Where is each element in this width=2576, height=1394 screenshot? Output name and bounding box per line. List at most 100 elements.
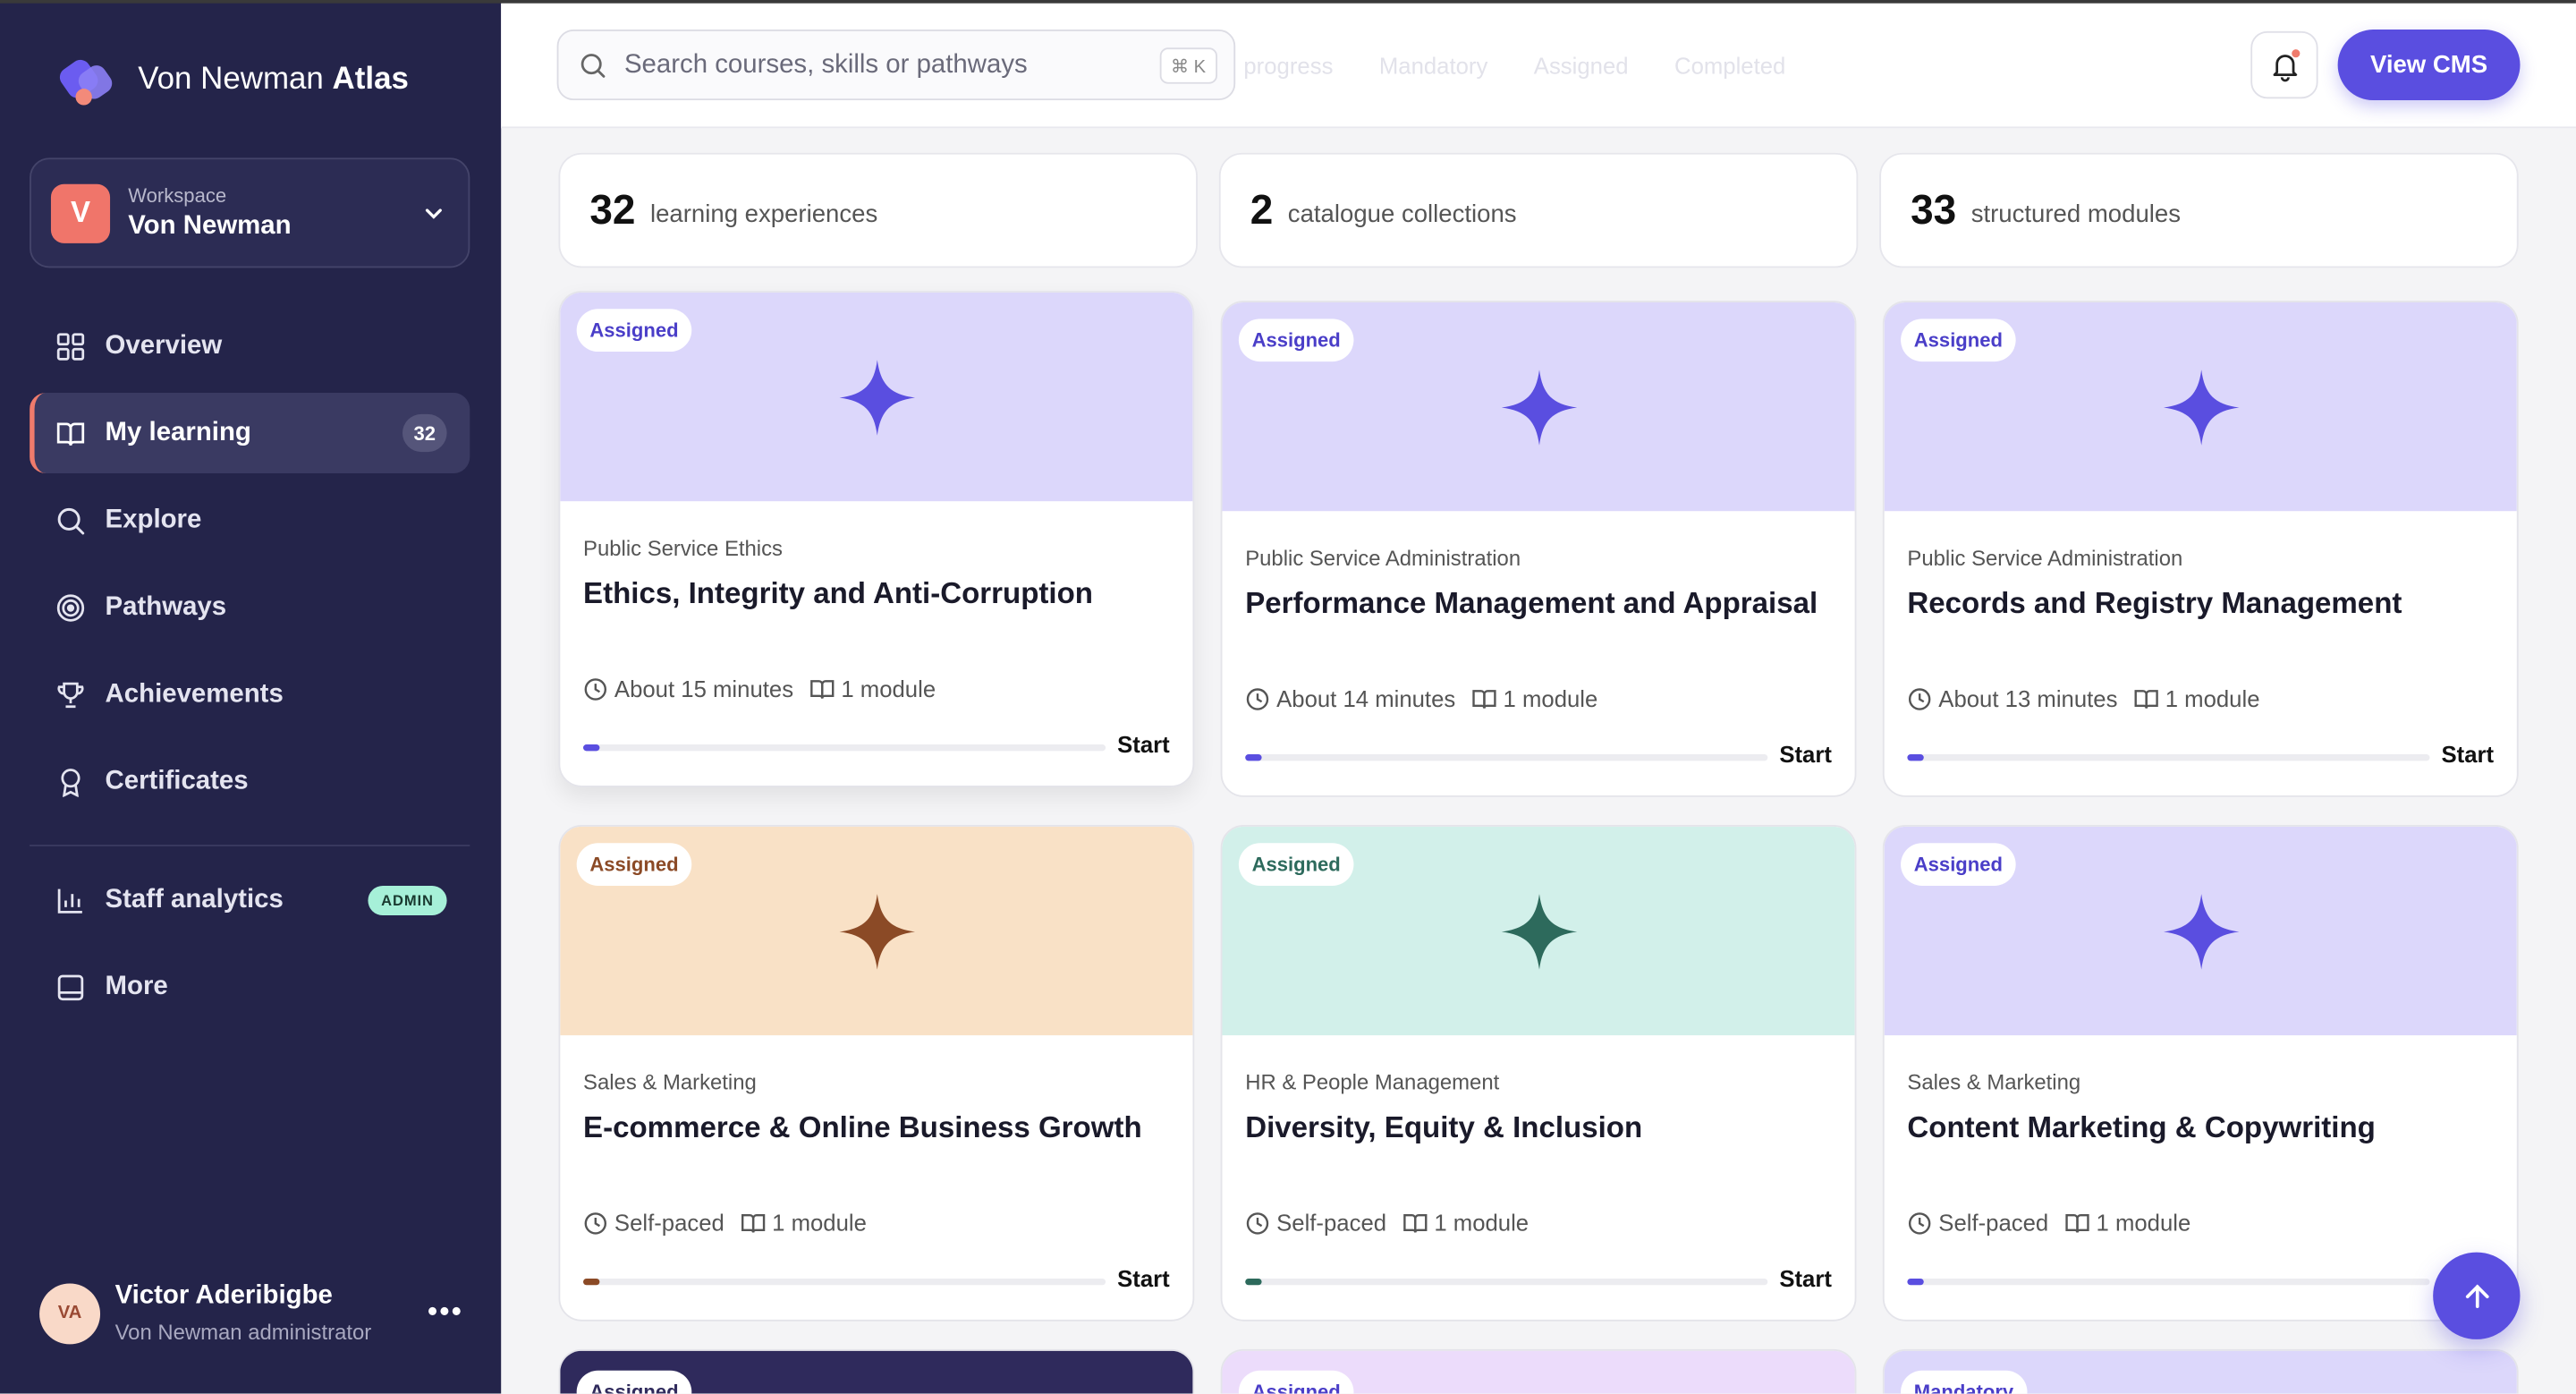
status-pill: Assigned [1238, 1370, 1354, 1394]
notifications-button[interactable] [2250, 30, 2318, 99]
stat-label: learning experiences [649, 200, 878, 229]
user-profile[interactable]: VA Victor Aderibigbe Von Newman administ… [39, 1275, 483, 1350]
sparkle-icon [1500, 893, 1577, 969]
course-title[interactable]: Performance Management and Appraisal [1245, 587, 1836, 622]
sidebar-item-overview[interactable]: Overview [30, 306, 470, 387]
brand-name: Von Newman Atlas [138, 62, 409, 98]
course-modules: 1 module [772, 1209, 867, 1237]
course-title[interactable]: Content Marketing & Copywriting [1907, 1111, 2498, 1146]
progress-bar-fill [583, 744, 599, 752]
sidebar-item-label: Certificates [105, 766, 249, 795]
sidebar-item-my-learning[interactable]: My learning 32 [30, 392, 470, 473]
status-pill: Assigned [1238, 843, 1354, 886]
course-card[interactable]: Assigned Sales & Marketing Content Marketi… [1882, 825, 2519, 1322]
sidebar-item-explore[interactable]: Explore [30, 480, 470, 560]
course-title[interactable]: Diversity, Equity & Inclusion [1245, 1111, 1836, 1146]
course-category: Sales & Marketing [1907, 1069, 2081, 1095]
book-open-icon [1472, 689, 1496, 708]
workspace-switcher[interactable]: V Workspace Von Newman [30, 157, 470, 268]
book-open-icon [56, 421, 85, 446]
course-category: Public Service Ethics [583, 535, 783, 561]
sidebar-item-label: My learning [105, 418, 251, 446]
course-card-peek[interactable]: Assigned [558, 1348, 1195, 1394]
top-bar: progress Mandatory Assigned Completed ⌘ … [501, 3, 2576, 129]
sidebar-item-more[interactable]: More [30, 947, 470, 1027]
stat-label: catalogue collections [1287, 200, 1517, 229]
course-card[interactable]: Assigned Public Service Ethics Ethics, Int… [558, 291, 1195, 787]
sparkle-icon [2163, 893, 2239, 969]
sidebar-item-achievements[interactable]: Achievements [30, 654, 470, 735]
course-modules: 1 module [1503, 684, 1598, 712]
award-ribbon-icon [61, 768, 80, 796]
status-pill: Assigned [576, 843, 692, 886]
sidebar-divider [30, 845, 470, 846]
progress-bar-fill [1245, 754, 1261, 761]
chevron-down-icon [425, 208, 442, 219]
panel-icon [57, 973, 84, 1000]
course-card[interactable]: Assigned HR & People Management Diversity,… [1220, 825, 1857, 1322]
start-button[interactable]: Start [1117, 1265, 1170, 1291]
search-icon [580, 53, 606, 77]
start-button[interactable]: Start [1779, 1265, 1832, 1291]
stat-value: 33 [1911, 186, 1957, 233]
window-top-border [0, 0, 2576, 4]
course-card-peek[interactable]: Assigned [1220, 1348, 1857, 1394]
course-card[interactable]: Assigned Public Service Administration Rec… [1882, 301, 2519, 797]
user-name: Victor Aderibigbe [114, 1281, 333, 1310]
course-meta: About 14 minutes 1 module [1245, 685, 1597, 711]
clock-icon [584, 677, 607, 700]
brand[interactable]: Von Newman Atlas [59, 53, 409, 108]
course-duration: Self-paced [1938, 1209, 2049, 1237]
course-card[interactable]: Assigned Sales & Marketing E-commerce & On… [558, 825, 1195, 1322]
course-title[interactable]: E-commerce & Online Business Growth [583, 1111, 1174, 1146]
bar-chart-icon [57, 888, 82, 913]
workspace-name: Von Newman [128, 211, 292, 241]
tab-completed[interactable]: Completed [1674, 53, 1785, 79]
sparkle-icon [2163, 369, 2239, 445]
progress-bar-fill [1907, 754, 1923, 761]
course-category: HR & People Management [1245, 1069, 1500, 1095]
workspace-label: Workspace [128, 183, 227, 208]
clock-icon [1908, 1211, 1931, 1234]
course-title[interactable]: Records and Registry Management [1907, 587, 2498, 622]
course-card-peek[interactable]: Mandatory [1882, 1348, 2519, 1394]
sidebar-item-pathways[interactable]: Pathways [30, 567, 470, 648]
view-cms-button[interactable]: View CMS [2337, 30, 2521, 101]
stat-learning-experiences: 32 learning experiences [558, 152, 1198, 268]
course-duration: Self-paced [1276, 1209, 1387, 1237]
clock-icon [1246, 1211, 1269, 1234]
sidebar-item-staff-analytics[interactable]: Staff analytics ADMIN [30, 860, 470, 940]
sidebar-item-label: Pathways [105, 592, 227, 621]
sidebar-item-label: More [105, 972, 168, 1000]
sidebar-item-label: Explore [105, 505, 202, 534]
status-pill: Assigned [576, 1370, 692, 1394]
status-pill: Assigned [1238, 319, 1354, 362]
course-duration: Self-paced [614, 1209, 724, 1237]
tab-assigned[interactable]: Assigned [1534, 53, 1629, 79]
clock-icon [1908, 687, 1931, 710]
start-button[interactable]: Start [1117, 731, 1170, 757]
course-meta: Self-paced 1 module [1907, 1210, 2190, 1236]
course-title[interactable]: Ethics, Integrity and Anti-Corruption [583, 577, 1174, 612]
progress-bar [583, 1278, 1106, 1286]
target-icon [56, 593, 85, 621]
scroll-to-top-button[interactable] [2433, 1252, 2521, 1339]
progress-bar-fill [1245, 1278, 1261, 1286]
tab-mandatory[interactable]: Mandatory [1379, 53, 1488, 79]
start-button[interactable]: Start [2442, 741, 2495, 767]
progress-bar-fill [583, 1278, 599, 1286]
course-modules: 1 module [841, 675, 936, 702]
sidebar-item-certificates[interactable]: Certificates [30, 741, 470, 821]
stat-value: 2 [1250, 186, 1274, 233]
start-button[interactable]: Start [1779, 741, 1832, 767]
search-bar[interactable]: ⌘ K [556, 30, 1236, 101]
search-input[interactable] [623, 50, 1150, 81]
course-card[interactable]: Assigned Public Service Administration Per… [1220, 301, 1857, 797]
status-pill: Assigned [1901, 843, 2016, 886]
card-banner: Assigned [560, 292, 1193, 502]
clock-icon [584, 1211, 607, 1234]
tab-in-progress[interactable]: progress [1243, 53, 1333, 79]
sparkle-icon [1500, 369, 1577, 445]
more-options-icon[interactable]: ••• [428, 1295, 463, 1330]
progress-bar [1245, 1278, 1768, 1286]
